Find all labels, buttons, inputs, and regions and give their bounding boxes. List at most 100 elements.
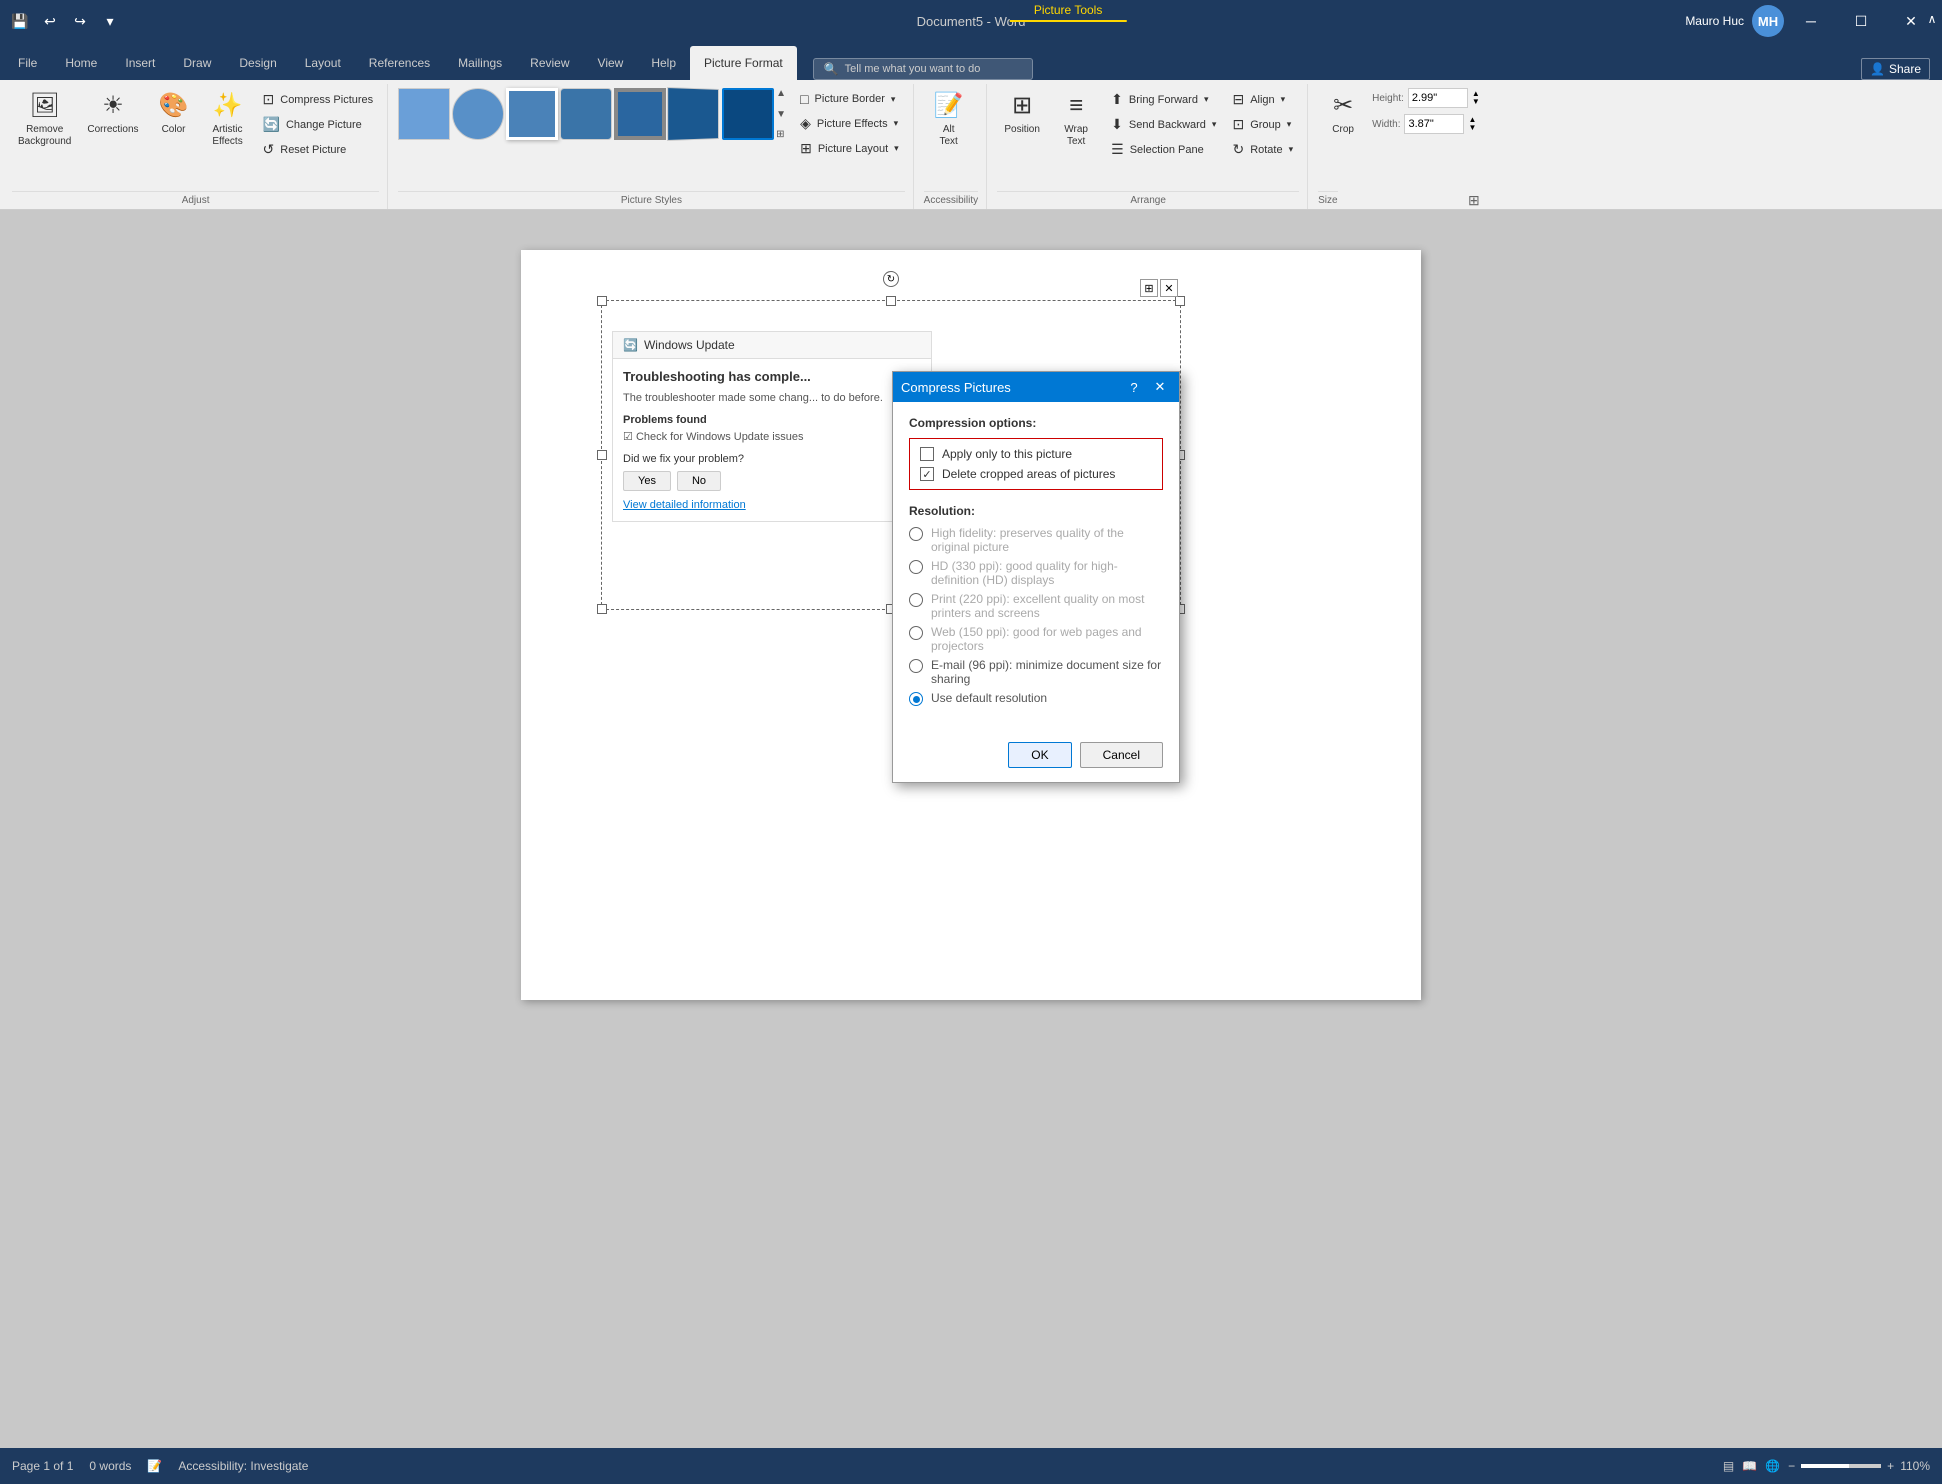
reset-picture-button[interactable]: ↺ Reset Picture: [257, 138, 380, 161]
view-web-icon[interactable]: 🌐: [1765, 1459, 1780, 1473]
spell-check-icon[interactable]: 📝: [147, 1459, 162, 1473]
position-icon: ⊞: [1012, 92, 1032, 121]
picture-border-button[interactable]: □ Picture Border ▾: [794, 88, 905, 110]
tab-references[interactable]: References: [355, 46, 444, 80]
avatar[interactable]: MH: [1752, 5, 1784, 37]
tab-draw[interactable]: Draw: [169, 46, 225, 80]
redo-button[interactable]: ↪: [68, 9, 92, 33]
accessibility-status[interactable]: Accessibility: Investigate: [178, 1459, 308, 1473]
view-normal-icon[interactable]: ▤: [1723, 1459, 1734, 1473]
style-thumb-3[interactable]: [506, 88, 558, 140]
selection-pane-button[interactable]: ☰ Selection Pane: [1105, 138, 1222, 161]
ok-button[interactable]: OK: [1008, 742, 1071, 768]
view-read-icon[interactable]: 📖: [1742, 1459, 1757, 1473]
style-thumb-5[interactable]: [614, 88, 666, 140]
width-input[interactable]: [1404, 114, 1464, 134]
wrap-text-button[interactable]: ≡ Wrap Text: [1051, 88, 1101, 152]
minimize-button[interactable]: ─: [1788, 0, 1834, 42]
tell-me-input[interactable]: 🔍 Tell me what you want to do: [813, 58, 1033, 80]
picture-styles-gallery: ▲ ▼ ⊞: [398, 88, 786, 140]
color-icon: 🎨: [159, 92, 189, 121]
height-input[interactable]: [1408, 88, 1468, 108]
tab-review[interactable]: Review: [516, 46, 583, 80]
style-thumb-1[interactable]: [398, 88, 450, 140]
dialog-close-button[interactable]: ✕: [1149, 378, 1171, 396]
zoom-out-button[interactable]: −: [1788, 1459, 1795, 1473]
word-count: 0 words: [89, 1459, 131, 1473]
option2-label: Delete cropped areas of pictures: [942, 467, 1115, 481]
zoom-in-button[interactable]: +: [1887, 1459, 1894, 1473]
radio-default[interactable]: [909, 692, 923, 706]
tab-home[interactable]: Home: [51, 46, 111, 80]
radio-high-fidelity[interactable]: [909, 527, 923, 541]
gallery-more-button[interactable]: ⊞: [776, 129, 786, 140]
align-button[interactable]: ⊟ Align ▾: [1226, 88, 1299, 111]
rotate-button[interactable]: ↻ Rotate ▾: [1226, 138, 1299, 161]
artistic-effects-button[interactable]: ✨ Artistic Effects: [203, 88, 253, 152]
tab-mailings[interactable]: Mailings: [444, 46, 516, 80]
ribbon-collapse-button[interactable]: ∧: [1922, 0, 1942, 38]
width-spinner[interactable]: ▲ ▼: [1468, 116, 1476, 132]
tab-insert[interactable]: Insert: [111, 46, 169, 80]
arrange-small-btns: ⬆ Bring Forward ▾ ⬇ Send Backward ▾ ☰ Se…: [1105, 88, 1222, 161]
remove-background-button[interactable]: 🖼 Remove Background: [12, 88, 77, 152]
rotate-icon: ↻: [1232, 141, 1244, 158]
radio-print[interactable]: [909, 593, 923, 607]
cancel-button[interactable]: Cancel: [1080, 742, 1163, 768]
dialog-help-button[interactable]: ?: [1123, 378, 1145, 396]
radio-hd[interactable]: [909, 560, 923, 574]
tab-file[interactable]: File: [4, 46, 51, 80]
gallery-down-button[interactable]: ▼: [776, 109, 786, 120]
alt-text-button[interactable]: 📝 Alt Text: [924, 88, 974, 152]
gallery-up-button[interactable]: ▲: [776, 88, 786, 99]
bring-forward-button[interactable]: ⬆ Bring Forward ▾: [1105, 88, 1222, 111]
height-down-icon[interactable]: ▼: [1472, 98, 1480, 106]
picture-layout-button[interactable]: ⊞ Picture Layout ▾: [794, 137, 905, 160]
remove-bg-icon: 🖼: [29, 92, 59, 121]
restore-button[interactable]: ☐: [1838, 0, 1884, 42]
rotate-handle[interactable]: ↻: [883, 271, 899, 287]
option1-checkbox[interactable]: [920, 447, 934, 461]
share-button[interactable]: 👤 Share: [1861, 58, 1930, 80]
tab-view[interactable]: View: [584, 46, 638, 80]
option2-checkbox[interactable]: [920, 467, 934, 481]
color-button[interactable]: 🎨 Color: [149, 88, 199, 140]
tab-picture-format[interactable]: Picture Format: [690, 46, 797, 80]
crop-button[interactable]: ✂ Crop: [1318, 88, 1368, 140]
position-button[interactable]: ⊞ Position: [997, 88, 1047, 140]
style-thumb-4[interactable]: [560, 88, 612, 140]
style-thumb-7[interactable]: [722, 88, 774, 140]
compression-options-box: Apply only to this picture Delete croppe…: [909, 438, 1163, 490]
tab-help[interactable]: Help: [637, 46, 690, 80]
zoom-slider[interactable]: [1801, 1464, 1881, 1468]
picture-effects-button[interactable]: ◈ Picture Effects ▾: [794, 112, 905, 135]
dialog-body: Compression options: Apply only to this …: [893, 402, 1179, 734]
undo-button[interactable]: ↩: [38, 9, 62, 33]
bring-forward-icon: ⬆: [1111, 91, 1123, 108]
tab-layout[interactable]: Layout: [291, 46, 355, 80]
selected-image[interactable]: ↻ ✕ ⊞ 🔄 Windows Update Troubleshooting h…: [601, 300, 1181, 610]
customize-qa-button[interactable]: ▾: [98, 9, 122, 33]
height-spinner[interactable]: ▲ ▼: [1472, 90, 1480, 106]
send-backward-button[interactable]: ⬇ Send Backward ▾: [1105, 113, 1222, 136]
tab-design[interactable]: Design: [225, 46, 290, 80]
radio-email[interactable]: [909, 659, 923, 673]
document-page: ↻ ✕ ⊞ 🔄 Windows Update Troubleshooting h…: [521, 250, 1421, 1000]
layout-options-button[interactable]: ⊞: [1140, 279, 1158, 297]
compress-pictures-button[interactable]: ⊡ Compress Pictures: [257, 88, 380, 111]
size-group-label: Size: [1318, 191, 1337, 209]
layout-icon: ⊞: [800, 140, 812, 157]
width-down-icon[interactable]: ▼: [1468, 124, 1476, 132]
radio-web[interactable]: [909, 626, 923, 640]
image-close-button[interactable]: ✕: [1160, 279, 1178, 297]
style-thumb-6[interactable]: [667, 87, 719, 141]
document-area: ↻ ✕ ⊞ 🔄 Windows Update Troubleshooting h…: [0, 210, 1942, 1448]
size-dialog-launcher[interactable]: ⊞: [1468, 192, 1480, 209]
group-button[interactable]: ⊡ Group ▾: [1226, 113, 1299, 136]
option2-row: Delete cropped areas of pictures: [920, 467, 1152, 481]
save-button[interactable]: 💾: [8, 9, 32, 33]
style-thumb-2[interactable]: [452, 88, 504, 140]
corrections-button[interactable]: ☀ Corrections: [81, 88, 144, 140]
zoom-slider-fill: [1801, 1464, 1849, 1468]
change-picture-button[interactable]: 🔄 Change Picture: [257, 113, 380, 136]
